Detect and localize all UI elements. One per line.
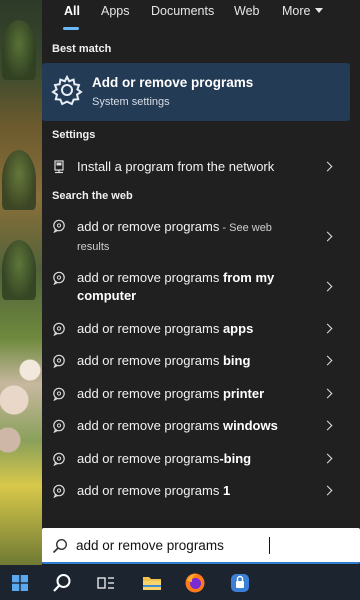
search-tabs: All Apps Documents Web More — [42, 0, 360, 32]
chevron-right-icon — [322, 323, 333, 334]
web-result-label: add or remove programs windows — [77, 417, 305, 435]
taskbar-search-button[interactable] — [48, 569, 76, 597]
web-search-bubble-icon — [53, 387, 65, 401]
web-result-item[interactable]: add or remove programs apps — [42, 312, 350, 344]
web-result-label: add or remove programs printer — [77, 385, 305, 403]
section-best-match: Best match — [52, 43, 112, 55]
web-search-bubble-icon — [53, 419, 65, 433]
gear-icon — [51, 74, 83, 106]
web-result-item[interactable]: add or remove programs - See web results — [42, 211, 350, 257]
web-result-suffix: bing — [222, 353, 251, 368]
web-result-label: add or remove programs 1 — [77, 482, 305, 500]
web-result-suffix: windows — [222, 418, 278, 433]
search-icon — [53, 574, 71, 592]
web-search-bubble-icon — [53, 219, 65, 233]
search-icon — [52, 538, 68, 554]
search-results-panel: All Apps Documents Web More Best match A… — [42, 0, 360, 565]
web-result-label: add or remove programs-bing — [77, 450, 305, 468]
web-result-item[interactable]: add or remove programs printer — [42, 377, 350, 409]
web-result-suffix: printer — [222, 386, 265, 401]
web-result-suffix: -bing — [219, 451, 252, 466]
text-caret — [269, 537, 270, 554]
search-box[interactable] — [42, 528, 360, 564]
tab-documents[interactable]: Documents — [151, 4, 214, 18]
network-program-icon — [54, 160, 64, 174]
palm-tree — [2, 150, 36, 210]
palm-tree — [2, 240, 36, 300]
search-input[interactable] — [76, 534, 346, 556]
start-button[interactable] — [6, 569, 34, 597]
tab-more-label: More — [282, 4, 311, 18]
chevron-down-icon — [315, 8, 324, 13]
web-result-query: add or remove programs — [77, 353, 223, 368]
chevron-right-icon — [322, 281, 333, 292]
tab-all[interactable]: All — [64, 4, 80, 18]
web-result-query: add or remove programs — [77, 451, 220, 466]
settings-item-install-network[interactable]: Install a program from the network — [42, 150, 350, 184]
web-result-label: add or remove programs - See web results — [77, 218, 305, 256]
task-view-button[interactable] — [92, 569, 120, 597]
active-tab-indicator — [63, 27, 79, 30]
chevron-right-icon — [322, 420, 333, 431]
web-result-label: add or remove programs apps — [77, 320, 305, 338]
settings-item-label: Install a program from the network — [77, 159, 275, 174]
chevron-right-icon — [322, 231, 333, 242]
desktop-wallpaper — [0, 0, 42, 565]
palm-tree — [2, 20, 36, 80]
web-result-item[interactable]: add or remove programs 1 — [42, 474, 350, 506]
web-search-bubble-icon — [53, 271, 65, 285]
web-result-item[interactable]: add or remove programs windows — [42, 409, 350, 441]
security-app-icon — [231, 574, 249, 592]
web-result-query: add or remove programs — [77, 219, 220, 234]
chevron-right-icon — [322, 485, 333, 496]
tab-web[interactable]: Web — [234, 4, 259, 18]
security-app-button[interactable] — [226, 569, 254, 597]
tab-apps[interactable]: Apps — [101, 4, 130, 18]
task-view-icon — [97, 577, 114, 589]
web-result-query: add or remove programs — [77, 483, 223, 498]
web-search-bubble-icon — [53, 484, 65, 498]
web-result-suffix: apps — [222, 321, 254, 336]
web-search-bubble-icon — [53, 354, 65, 368]
web-result-query: add or remove programs — [77, 270, 223, 285]
file-explorer-icon — [143, 577, 161, 590]
web-result-suffix: 1 — [222, 483, 231, 498]
chevron-right-icon — [322, 355, 333, 366]
chevron-right-icon — [322, 453, 333, 464]
web-result-query: add or remove programs — [77, 321, 223, 336]
best-match-subtitle: System settings — [92, 96, 170, 108]
chevron-right-icon — [322, 161, 333, 172]
firefox-icon — [185, 573, 205, 593]
web-result-label: add or remove programs from my computer — [77, 269, 305, 305]
web-result-item[interactable]: add or remove programs bing — [42, 345, 350, 377]
firefox-button[interactable] — [181, 569, 209, 597]
section-search-web: Search the web — [52, 190, 133, 202]
file-explorer-button[interactable] — [138, 569, 166, 597]
web-search-bubble-icon — [53, 322, 65, 336]
taskbar — [0, 565, 360, 600]
web-result-query: add or remove programs — [77, 418, 223, 433]
web-result-item[interactable]: add or remove programs from my computer — [42, 261, 350, 307]
web-result-label: add or remove programs bing — [77, 352, 305, 370]
section-settings: Settings — [52, 129, 96, 141]
web-search-bubble-icon — [53, 452, 65, 466]
chevron-right-icon — [322, 388, 333, 399]
tab-more[interactable]: More — [282, 4, 324, 18]
web-result-query: add or remove programs — [77, 386, 223, 401]
windows-start-icon — [12, 575, 28, 591]
web-result-item[interactable]: add or remove programs-bing — [42, 442, 350, 474]
best-match-item[interactable]: Add or remove programs System settings — [42, 63, 350, 121]
best-match-title: Add or remove programs — [92, 75, 254, 90]
